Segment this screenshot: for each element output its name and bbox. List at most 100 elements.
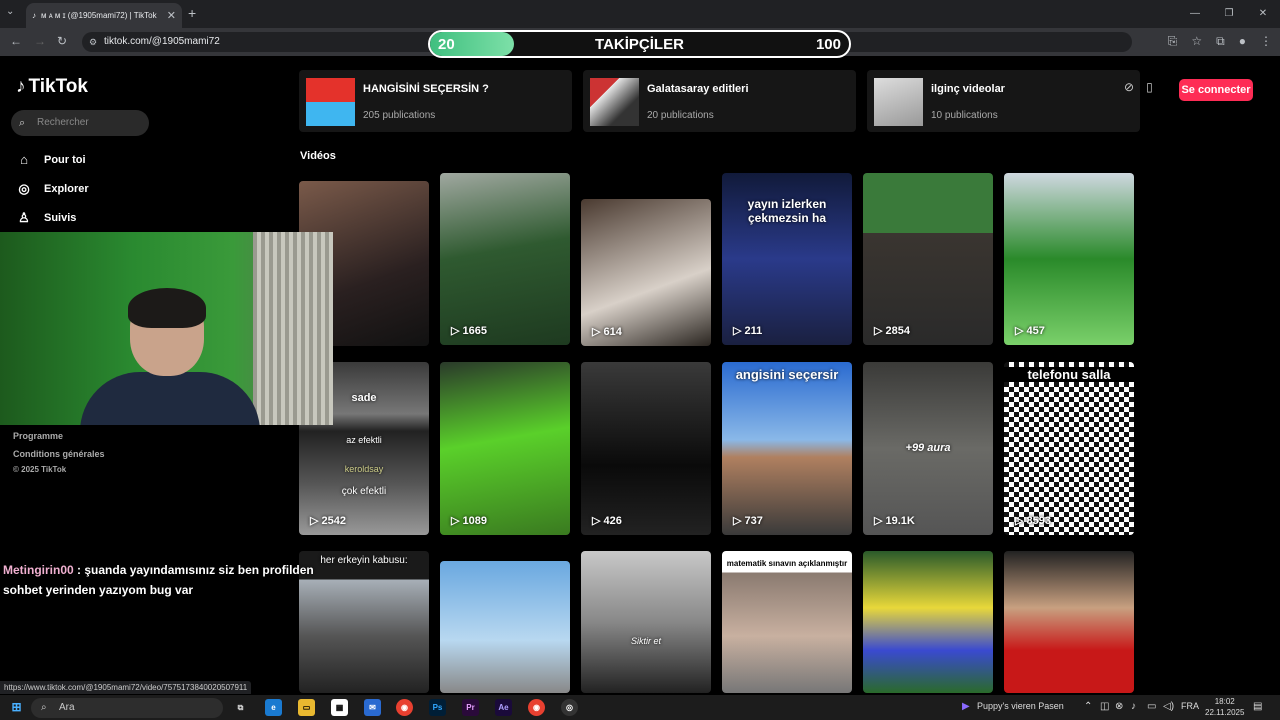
obs-icon[interactable]: ◎ [561,699,578,716]
media-icon[interactable]: ▶ [962,701,970,712]
webcam-person-body [80,372,260,425]
video-caption: +99 aura [905,442,951,454]
video-caption-extra: keroldsay [344,464,384,474]
volume-icon[interactable]: ◁) [1163,701,1174,712]
site-info-icon[interactable]: ⚙ [89,32,97,52]
chat-text: : şuanda yayındamısınız siz ben profilde… [77,563,314,577]
bookmark-star-icon[interactable]: ☆ [1191,34,1202,49]
video-tile[interactable]: Siktir et [581,551,711,693]
stream-chat-message: Metingirin00 : şuanda yayındamısınız siz… [3,560,314,600]
video-tile[interactable]: yayın izlerken çekmezsin ha ▷ 211 [722,173,852,345]
after-effects-icon[interactable]: Ae [495,699,512,716]
playlist-card[interactable]: ilginç videolar 10 publications [867,70,1140,132]
tiktok-favicon-icon: ♪ [32,11,36,20]
minimize-icon[interactable]: — [1178,0,1212,28]
view-count: ▷ 614 [592,326,622,338]
microphone-icon[interactable]: ♪ [1131,701,1136,712]
view-count: ▷ 2542 [310,515,346,527]
video-caption: telefonu salla [1004,367,1134,382]
sidebar-item-following[interactable]: ♙ Suivis [16,210,76,226]
video-caption: angisini seçersir [735,367,839,382]
extensions-icon[interactable]: ⧉ [1216,34,1225,49]
video-tile[interactable] [863,551,993,693]
task-view-icon[interactable]: ⧉ [232,699,249,716]
playlist-card[interactable]: Galatasaray editleri 20 publications [583,70,856,132]
close-tab-icon[interactable]: ✕ [167,9,176,22]
search-icon: ⌕ [19,117,26,129]
restore-icon[interactable]: ❐ [1212,0,1246,28]
video-tile[interactable]: telefonu salla ▷ 8593 [1004,362,1134,535]
video-tile[interactable]: ▷ 426 [581,362,711,535]
footer-terms[interactable]: Conditions générales [13,449,105,459]
playlist-thumbnail [306,78,355,126]
video-tile[interactable]: ▷ 1089 [440,362,570,535]
browser-tab[interactable]: ♪ ᴍ ᴀ ᴍ ɪ (@1905mami72) | TikTok ✕ [26,3,182,28]
profile-avatar-icon[interactable]: ● [1239,34,1246,49]
video-tile[interactable] [1004,551,1134,693]
window-controls: — ❐ ✕ [1178,0,1280,28]
system-clock[interactable]: 18:02 22.11.2025 [1205,696,1244,718]
tiktok-logo[interactable]: ♪ TikTok [16,76,88,98]
new-tab-button[interactable]: + [188,5,196,21]
network-icon[interactable]: ▭ [1147,701,1156,712]
device-icon[interactable]: ▯ [1146,80,1153,94]
link-status-bar: https://www.tiktok.com/@1905mami72/video… [0,681,252,694]
video-caption-extra: az efektli [346,435,382,445]
windows-start-icon[interactable]: ⊞ [8,699,25,716]
premiere-icon[interactable]: Pr [462,699,479,716]
forward-icon[interactable]: → [34,34,46,48]
video-tile[interactable]: angisini seçersir ▷ 737 [722,362,852,535]
language-indicator[interactable]: FRA [1181,701,1199,711]
edge-icon[interactable]: e [265,699,282,716]
footer-programme[interactable]: Programme [13,431,63,441]
home-icon: ⌂ [20,152,28,167]
notifications-icon[interactable]: ▤ [1253,701,1262,712]
video-tile[interactable]: ▷ 1665 [440,173,570,345]
sidebar-item-explore[interactable]: ◎ Explorer [16,181,88,197]
login-button[interactable]: Se connecter [1179,79,1253,101]
view-count: ▷ 1665 [451,325,487,337]
playlist-card[interactable]: HANGİSİNİ SEÇERSİN ? 205 publications [299,70,572,132]
playlist-count: 205 publications [363,110,436,121]
now-playing[interactable]: Puppy's vieren Pasen [977,701,1064,711]
video-caption: matematik sınavın açıklanmıştır [726,559,848,568]
file-explorer-icon[interactable]: ▭ [298,699,315,716]
chrome-icon[interactable]: ◉ [396,699,413,716]
follower-goal-bar: 20 TAKİPÇİLER 100 [428,30,851,58]
view-count: ▷ 211 [733,325,763,337]
video-tile[interactable]: +99 aura ▷ 19.1K [863,362,993,535]
footer-copyright: © 2025 TikTok [13,465,67,474]
browser-toolbar: ⎘ ☆ ⧉ ● ⋮ [1168,34,1272,49]
more-menu-icon[interactable]: ⋮ [1260,34,1272,49]
mail-icon[interactable]: ✉ [364,699,381,716]
close-window-icon[interactable]: ✕ [1246,0,1280,28]
video-tile[interactable]: ▷ 614 [581,199,711,346]
playlist-count: 10 publications [931,110,998,121]
chrome-active-icon[interactable]: ◉ [528,699,545,716]
video-tile[interactable]: matematik sınavın açıklanmıştır [722,551,852,693]
playlist-thumbnail [874,78,923,126]
tray-app-icon[interactable]: ◫ [1100,701,1109,712]
tray-overflow-icon[interactable]: ⌃ [1084,701,1092,712]
taskbar-search[interactable]: ⌕ Ara [31,698,223,718]
chat-text-line2: sohbet yerinden yazıyom bug var [3,583,194,597]
tray-app-icon[interactable]: ⊗ [1115,701,1123,712]
install-icon[interactable]: ⎘ [1168,34,1178,49]
reload-icon[interactable]: ↻ [57,34,67,48]
video-tile[interactable] [440,561,570,693]
store-icon[interactable]: ▦ [331,699,348,716]
video-tile[interactable]: ▷ 457 [1004,173,1134,345]
sidebar-item-for-you[interactable]: ⌂ Pour toi [16,152,86,167]
search-placeholder: Rechercher [37,117,89,128]
back-icon[interactable]: ← [10,34,22,48]
video-caption: Siktir et [630,636,661,646]
video-tile[interactable]: her erkeyin kabusu: [299,551,429,693]
compass-icon: ◎ [18,181,30,196]
coin-icon[interactable]: ⊘ [1124,80,1134,94]
photoshop-icon[interactable]: Ps [429,699,446,716]
playlist-count: 20 publications [647,110,714,121]
search-input[interactable]: ⌕ Rechercher [11,110,149,136]
tab-search-icon[interactable]: ⌄ [6,6,14,17]
playlist-name: Galatasaray editleri [647,83,749,95]
video-tile[interactable]: ▷ 2854 [863,173,993,345]
